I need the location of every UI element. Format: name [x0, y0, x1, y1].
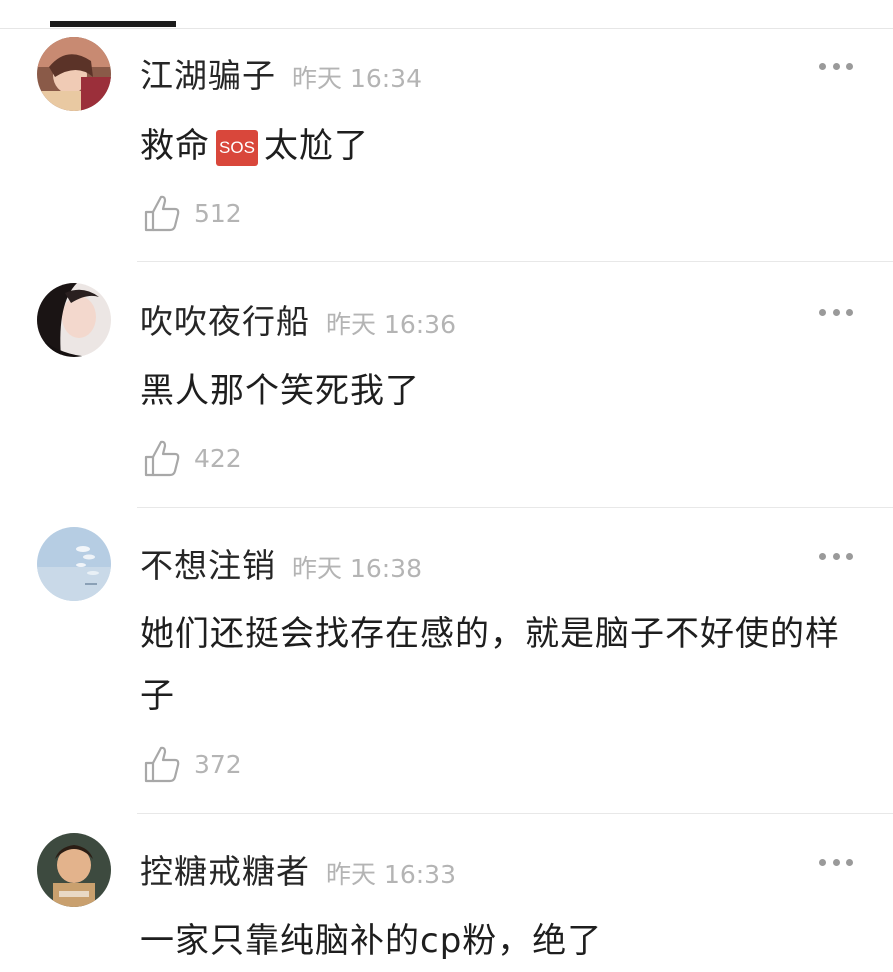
comment-content: 一家只靠纯脑补的cp粉，绝了 — [140, 921, 603, 961]
comment-time: 昨天 16:34 — [292, 64, 422, 93]
avatar[interactable] — [37, 283, 111, 357]
like-button[interactable]: 372 — [144, 745, 242, 783]
avatar-girl-dark-icon — [37, 283, 111, 357]
avatar-girl-red-icon — [37, 37, 111, 111]
more-options-icon[interactable] — [819, 305, 853, 319]
thumbs-up-icon — [144, 746, 180, 783]
comment-content: 黑人那个笑死我了 — [140, 371, 420, 411]
like-button[interactable]: 512 — [144, 194, 242, 232]
avatar-child-icon — [37, 833, 111, 907]
comment-content: 她们还挺会找存在感的，就是脑子不好使的样子 — [140, 614, 840, 716]
author-name[interactable]: 吹吹夜行船 — [140, 295, 310, 343]
like-button[interactable]: 422 — [144, 439, 242, 477]
comment-time: 昨天 16:36 — [326, 310, 456, 339]
avatar[interactable] — [37, 37, 111, 111]
sos-emoji-icon: SOS — [216, 129, 258, 166]
author-name[interactable]: 江湖骗子 — [140, 49, 276, 97]
comment-header: 控糖戒糖者 昨天 16:33 — [140, 845, 456, 895]
comment-header: 不想注销 昨天 16:38 — [140, 539, 422, 589]
comment-header: 吹吹夜行船 昨天 16:36 — [140, 295, 456, 345]
like-count: 512 — [194, 198, 242, 228]
author-name[interactable]: 控糖戒糖者 — [140, 845, 310, 893]
comment-divider — [137, 507, 893, 508]
more-options-icon[interactable] — [819, 549, 853, 563]
thumbs-up-icon — [144, 195, 180, 232]
more-options-icon[interactable] — [819, 855, 853, 869]
author-name[interactable]: 不想注销 — [140, 539, 276, 587]
more-options-icon[interactable] — [819, 59, 853, 73]
active-tab-indicator — [50, 21, 176, 27]
top-divider — [0, 28, 893, 29]
comment-content: 救命 SOS 太尬了 — [140, 115, 860, 177]
avatar[interactable] — [37, 527, 111, 601]
comment-divider — [137, 261, 893, 262]
like-count: 422 — [194, 443, 242, 473]
content-text: 太尬了 — [264, 126, 369, 166]
comment-divider — [137, 813, 893, 814]
comment-header: 江湖骗子 昨天 16:34 — [140, 49, 422, 99]
avatar-sky-icon — [37, 527, 111, 601]
comment-time: 昨天 16:38 — [292, 554, 422, 583]
thumbs-up-icon — [144, 440, 180, 477]
avatar[interactable] — [37, 833, 111, 907]
like-count: 372 — [194, 749, 242, 779]
content-text: 救命 — [140, 126, 210, 166]
comment-time: 昨天 16:33 — [326, 860, 456, 889]
